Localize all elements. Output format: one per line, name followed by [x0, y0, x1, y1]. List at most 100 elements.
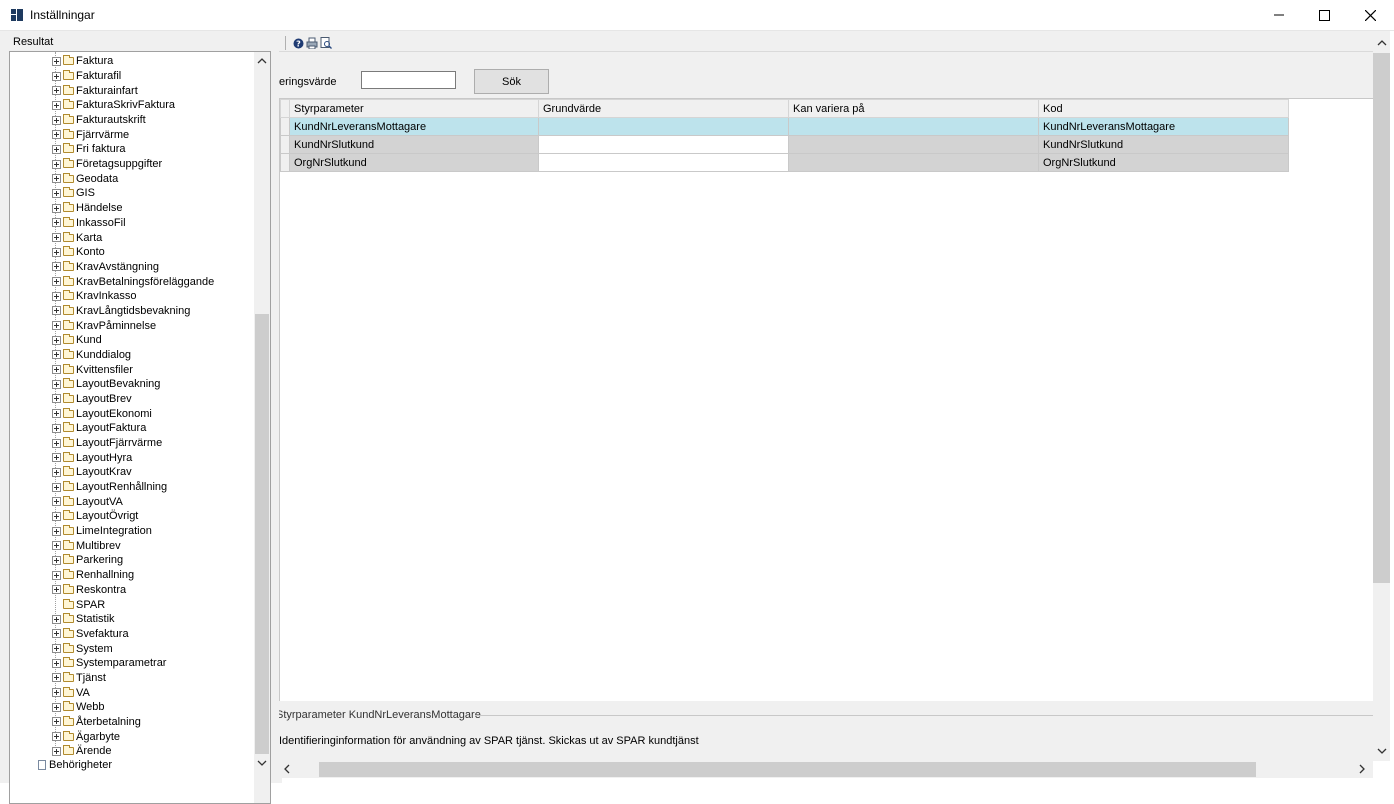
tree-item[interactable]: Fri faktura — [52, 142, 126, 157]
expand-icon[interactable] — [52, 86, 61, 96]
expand-icon[interactable] — [52, 409, 61, 419]
cell-grundvarde[interactable] — [538, 135, 789, 154]
expand-icon[interactable] — [52, 203, 61, 213]
tree-item[interactable]: SPAR — [52, 597, 105, 612]
tree-item[interactable]: Fakturautskrift — [52, 113, 146, 128]
expand-icon[interactable] — [52, 570, 61, 580]
column-header-grundvarde[interactable]: Grundvärde — [538, 99, 789, 118]
expand-icon[interactable] — [52, 291, 61, 301]
main-vertical-scrollbar[interactable] — [1373, 31, 1390, 761]
tree-item[interactable]: VA — [52, 685, 90, 700]
column-header-kan-variera[interactable]: Kan variera på — [788, 99, 1039, 118]
expand-icon[interactable] — [52, 233, 61, 242]
minimize-button[interactable] — [1256, 0, 1302, 30]
tree-item[interactable]: Tjänst — [52, 671, 106, 686]
row-header[interactable] — [280, 135, 290, 154]
tree-item[interactable]: Konto — [52, 245, 105, 260]
print-preview-icon[interactable] — [320, 37, 332, 49]
tree-item[interactable]: GIS — [52, 186, 95, 201]
expand-icon[interactable] — [52, 585, 61, 595]
tree-item[interactable]: LayoutKrav — [52, 465, 132, 480]
expand-icon[interactable] — [52, 365, 61, 375]
table-row[interactable]: KundNrLeveransMottagare KundNrLeveransMo… — [280, 117, 1289, 136]
tree-item[interactable]: Företagsuppgifter — [52, 157, 162, 172]
expand-icon[interactable] — [52, 717, 61, 727]
tree-item[interactable]: Kvittensfiler — [52, 362, 133, 377]
expand-icon[interactable] — [52, 541, 61, 551]
tree-item[interactable]: Ägarbyte — [52, 729, 120, 744]
expand-icon[interactable] — [52, 306, 61, 316]
scroll-left-icon[interactable] — [279, 761, 295, 777]
cell-kod[interactable]: KundNrLeveransMottagare — [1038, 117, 1289, 136]
tree-item[interactable]: LayoutHyra — [52, 450, 132, 465]
expand-icon[interactable] — [52, 688, 61, 698]
cell-kan-variera[interactable] — [788, 117, 1039, 136]
search-input[interactable] — [361, 71, 456, 89]
row-header[interactable] — [280, 153, 290, 172]
tree-item[interactable]: InkassoFil — [52, 215, 126, 230]
tree-item[interactable]: LayoutRenhållning — [52, 480, 167, 495]
expand-icon[interactable] — [52, 350, 61, 360]
expand-icon[interactable] — [52, 467, 61, 477]
scroll-up-icon[interactable] — [254, 53, 270, 69]
vertical-scroll-thumb[interactable] — [1373, 53, 1390, 583]
expand-icon[interactable] — [52, 247, 61, 257]
tree-item[interactable]: FakturaSkrivFaktura — [52, 98, 175, 113]
cell-styrparameter[interactable]: KundNrSlutkund — [289, 135, 539, 154]
settings-tree[interactable]: Faktura Fakturafil Fakturainfart FakturaSkr… — [9, 51, 271, 804]
tree-item[interactable]: Webb — [52, 700, 105, 715]
tree-item[interactable]: KravBetalningsföreläggande — [52, 274, 214, 289]
expand-icon[interactable] — [52, 335, 61, 345]
tree-item[interactable]: Karta — [52, 230, 102, 245]
expand-icon[interactable] — [52, 511, 61, 521]
column-header-kod[interactable]: Kod — [1038, 99, 1289, 118]
expand-icon[interactable] — [52, 218, 61, 228]
tree-item[interactable]: LayoutBevakning — [52, 377, 160, 392]
tree-item[interactable]: Systemparametrar — [52, 656, 166, 671]
tree-scrollbar[interactable] — [254, 52, 270, 803]
tree-item[interactable]: LayoutVA — [52, 494, 123, 509]
scroll-down-icon[interactable] — [1374, 743, 1390, 759]
tree-item[interactable]: Fakturainfart — [52, 83, 138, 98]
tree-item[interactable]: Kund — [52, 333, 102, 348]
tree-item[interactable]: LimeIntegration — [52, 524, 152, 539]
expand-icon[interactable] — [52, 482, 61, 492]
print-icon[interactable] — [306, 37, 318, 49]
tree-item[interactable]: LayoutEkonomi — [52, 406, 152, 421]
tree-item[interactable]: LayoutFaktura — [52, 421, 146, 436]
column-header-styrparameter[interactable]: Styrparameter — [289, 99, 539, 118]
tree-item[interactable]: Återbetalning — [52, 715, 141, 730]
tree-item[interactable]: Multibrev — [52, 538, 121, 553]
tree-item[interactable]: Fjärrvärme — [52, 127, 129, 142]
scroll-right-icon[interactable] — [1354, 761, 1370, 777]
tree-item[interactable]: KravAvstängning — [52, 260, 159, 275]
tree-item[interactable]: Parkering — [52, 553, 123, 568]
cell-styrparameter[interactable]: KundNrLeveransMottagare — [289, 117, 539, 136]
tree-item[interactable]: LayoutFjärrvärme — [52, 436, 162, 451]
expand-icon[interactable] — [52, 144, 61, 154]
cell-kan-variera[interactable] — [788, 135, 1039, 154]
help-icon[interactable]: ? — [292, 37, 304, 49]
expand-icon[interactable] — [52, 277, 61, 287]
tree-item[interactable]: LayoutÖvrigt — [52, 509, 138, 524]
cell-grundvarde[interactable] — [538, 153, 789, 172]
expand-icon[interactable] — [52, 526, 61, 536]
maximize-button[interactable] — [1301, 0, 1347, 30]
expand-icon[interactable] — [52, 673, 61, 683]
expand-icon[interactable] — [52, 438, 61, 448]
tree-item[interactable]: System — [52, 641, 113, 656]
expand-icon[interactable] — [52, 702, 61, 712]
expand-icon[interactable] — [52, 644, 61, 654]
scroll-down-icon[interactable] — [254, 755, 270, 771]
expand-icon[interactable] — [52, 394, 61, 404]
expand-icon[interactable] — [52, 379, 61, 389]
table-row[interactable]: KundNrSlutkund KundNrSlutkund — [280, 135, 1289, 154]
tree-item[interactable]: Fakturafil — [52, 69, 121, 84]
expand-icon[interactable] — [52, 174, 61, 184]
expand-icon[interactable] — [52, 115, 61, 125]
expand-icon[interactable] — [52, 159, 61, 169]
tree-item[interactable]: Reskontra — [52, 582, 126, 597]
search-button[interactable]: Sök — [474, 69, 549, 94]
tree-item[interactable]: KravPåminnelse — [52, 318, 156, 333]
tree-item[interactable]: Svefaktura — [52, 627, 129, 642]
